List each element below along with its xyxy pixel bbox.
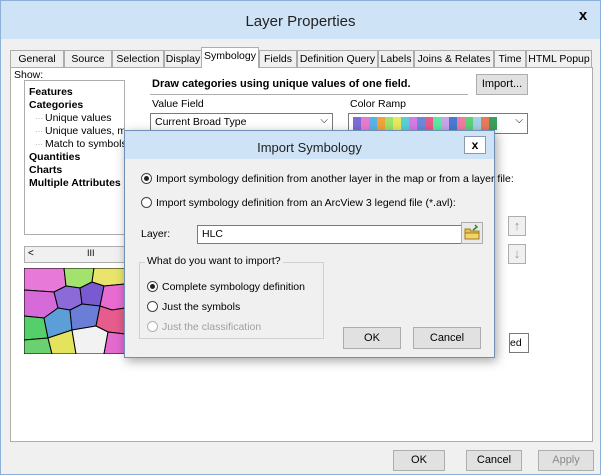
radio-checked-icon[interactable]: [147, 281, 158, 292]
chevron-down-icon: ⌵: [320, 115, 328, 126]
tree-item-features[interactable]: Features: [29, 86, 73, 98]
color-swatch: [425, 117, 433, 130]
dialog-ok-button[interactable]: OK: [343, 327, 401, 349]
tree-item-charts[interactable]: Charts: [29, 164, 62, 176]
chevron-down-icon: ⌵: [515, 115, 523, 126]
tab-time[interactable]: Time: [494, 50, 526, 68]
ok-button[interactable]: OK: [393, 450, 445, 471]
partial-dropdown[interactable]: ed: [509, 333, 529, 353]
tab-selection[interactable]: Selection: [112, 50, 164, 68]
radio-checked-icon[interactable]: [141, 173, 152, 184]
color-swatch: [489, 117, 497, 130]
tree-item-multiple-attributes[interactable]: Multiple Attributes: [29, 177, 121, 189]
value-field-value: Current Broad Type: [155, 116, 247, 128]
import-what-group-label: What do you want to import?: [145, 255, 283, 267]
option-just-classification-label: Just the classification: [162, 321, 262, 333]
partial-dropdown-value: ed: [510, 337, 522, 349]
option-import-from-avl-label: Import symbology definition from an ArcV…: [156, 197, 456, 209]
tab-display[interactable]: Display: [164, 50, 202, 68]
value-field-label: Value Field: [152, 98, 204, 110]
close-button[interactable]: x: [573, 7, 593, 25]
radio-icon: [147, 321, 158, 332]
color-swatch: [433, 117, 441, 130]
import-button[interactable]: Import...: [476, 74, 528, 95]
move-up-icon[interactable]: ↑: [508, 216, 526, 236]
title-bar: Layer Properties x: [1, 1, 600, 39]
tab-fields[interactable]: Fields: [259, 50, 297, 68]
dialog-title-bar: Import Symbology x: [125, 131, 494, 159]
tab-symbology[interactable]: Symbology: [201, 47, 259, 68]
color-swatch: [401, 117, 409, 130]
apply-button[interactable]: Apply: [538, 450, 594, 471]
tab-labels[interactable]: Labels: [378, 50, 414, 68]
scroll-thumb[interactable]: III: [87, 248, 95, 258]
open-folder-button[interactable]: [461, 222, 483, 244]
radio-icon[interactable]: [141, 197, 152, 208]
tree-horizontal-scrollbar[interactable]: < III: [24, 246, 125, 263]
option-import-from-avl[interactable]: Import symbology definition from an ArcV…: [141, 197, 456, 209]
tab-definition-query[interactable]: Definition Query: [297, 50, 378, 68]
move-down-icon[interactable]: ↓: [508, 244, 526, 264]
color-swatch: [361, 117, 369, 130]
dialog-close-button[interactable]: x: [464, 136, 486, 154]
tab-joins-relates[interactable]: Joins & Relates: [414, 50, 494, 68]
color-swatch: [409, 117, 417, 130]
option-complete-definition[interactable]: Complete symbology definition: [147, 281, 305, 293]
color-swatch: [473, 117, 481, 130]
folder-icon: [464, 224, 480, 240]
color-swatch: [377, 117, 385, 130]
window-title: Layer Properties: [245, 13, 356, 30]
tab-html-popup[interactable]: HTML Popup: [526, 50, 592, 68]
dialog-cancel-button[interactable]: Cancel: [413, 327, 481, 349]
layer-label: Layer:: [141, 228, 171, 240]
color-swatch: [465, 117, 473, 130]
tab-source[interactable]: Source: [64, 50, 112, 68]
color-swatch: [449, 117, 457, 130]
option-just-classification: Just the classification: [147, 321, 261, 333]
import-symbology-dialog: Import Symbology x Import symbology defi…: [124, 130, 514, 358]
scroll-left-icon[interactable]: <: [28, 248, 34, 259]
color-swatch: [353, 117, 361, 130]
color-ramp-label: Color Ramp: [350, 98, 407, 110]
symbology-preview-map: [24, 268, 125, 354]
option-just-symbols[interactable]: Just the symbols: [147, 301, 240, 313]
symbology-description: Draw categories using unique values of o…: [150, 78, 468, 95]
tree-item-quantities[interactable]: Quantities: [29, 151, 80, 163]
color-swatch: [369, 117, 377, 130]
color-swatch: [385, 117, 393, 130]
layer-dropdown-value: HLC: [202, 228, 224, 240]
tree-item-match-to-symbols[interactable]: Match to symbols: [35, 138, 124, 150]
option-import-from-layer[interactable]: Import symbology definition from another…: [141, 173, 514, 185]
option-import-from-layer-label: Import symbology definition from another…: [156, 173, 514, 185]
option-just-symbols-label: Just the symbols: [162, 301, 241, 313]
tree-item-categories[interactable]: Categories: [29, 99, 83, 111]
color-ramp-swatches: [353, 117, 497, 130]
show-tree[interactable]: Features Categories Unique values Unique…: [24, 80, 125, 235]
tree-item-unique-values[interactable]: Unique values: [35, 112, 112, 124]
layer-dropdown[interactable]: HLC ⌵: [197, 225, 478, 244]
tab-general[interactable]: General: [10, 50, 64, 68]
option-complete-definition-label: Complete symbology definition: [162, 281, 305, 293]
radio-icon[interactable]: [147, 301, 158, 312]
color-swatch: [481, 117, 489, 130]
cancel-button[interactable]: Cancel: [466, 450, 522, 471]
tree-item-unique-values-many[interactable]: Unique values, ma: [35, 125, 124, 137]
color-swatch: [457, 117, 465, 130]
color-swatch: [417, 117, 425, 130]
color-swatch: [441, 117, 449, 130]
color-swatch: [393, 117, 401, 130]
dialog-title: Import Symbology: [257, 140, 362, 155]
